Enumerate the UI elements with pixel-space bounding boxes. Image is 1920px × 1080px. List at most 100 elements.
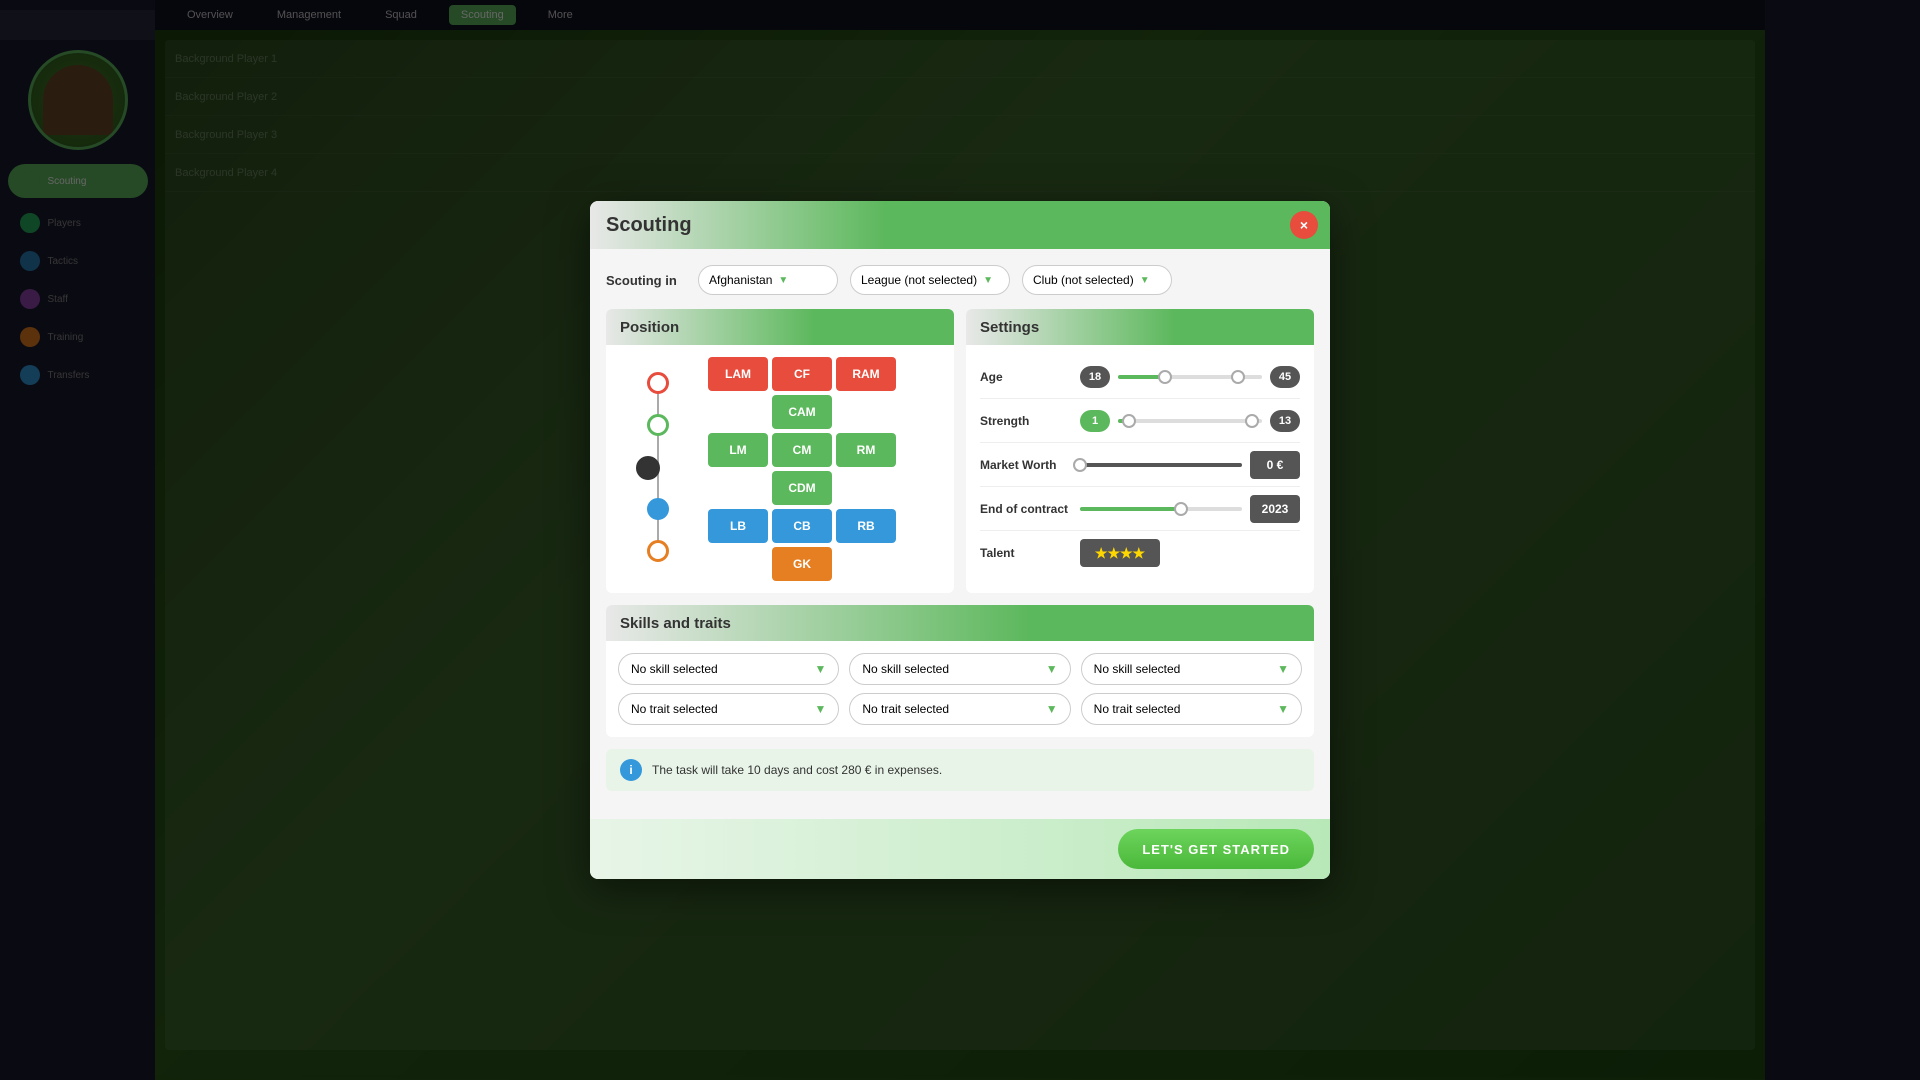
strength-max-badge: 13: [1270, 410, 1300, 432]
chevron-down-trait-1: ▼: [814, 702, 826, 716]
modal-body: Scouting in Afghanistan ▼ League (not se…: [590, 249, 1330, 819]
strength-label: Strength: [980, 414, 1070, 428]
modal-overlay: Scouting × Scouting in Afghanistan ▼ Lea…: [0, 0, 1920, 1080]
chevron-down-skill-3: ▼: [1277, 662, 1289, 676]
position-grid: LAM CF RAM CAM LM CM RM: [708, 357, 896, 581]
position-title: Position: [620, 319, 679, 336]
contract-slider: 2023: [1080, 495, 1300, 523]
strength-thumb-right[interactable]: [1245, 414, 1259, 428]
market-track[interactable]: [1080, 463, 1242, 467]
pos-lm-button[interactable]: LM: [708, 433, 768, 467]
pos-empty-3: [708, 471, 768, 505]
skills-section: Skills and traits No skill selected ▼ No…: [606, 605, 1314, 737]
market-worth-label: Market Worth: [980, 458, 1070, 472]
strength-slider: 1 13: [1080, 410, 1300, 432]
pos-cf-button[interactable]: CF: [772, 357, 832, 391]
pos-cam-button[interactable]: CAM: [772, 395, 832, 429]
pos-lam-button[interactable]: LAM: [708, 357, 768, 391]
age-track[interactable]: [1118, 375, 1262, 379]
trait-dropdown-2[interactable]: No trait selected ▼: [849, 693, 1070, 725]
trait-label-1: No trait selected: [631, 702, 718, 716]
skill-label-2: No skill selected: [862, 662, 949, 676]
trait-label-3: No trait selected: [1094, 702, 1181, 716]
trait-dropdown-1[interactable]: No trait selected ▼: [618, 693, 839, 725]
close-button[interactable]: ×: [1290, 211, 1318, 239]
age-thumb-left[interactable]: [1158, 370, 1172, 384]
contract-label: End of contract: [980, 502, 1070, 516]
skill-dropdown-2[interactable]: No skill selected ▼: [849, 653, 1070, 685]
market-worth-slider: 0 €: [1080, 451, 1300, 479]
contract-row: End of contract 2023: [980, 487, 1300, 531]
skills-title: Skills and traits: [620, 615, 731, 632]
chevron-down-skill-1: ▼: [814, 662, 826, 676]
modal-title: Scouting: [606, 214, 692, 237]
two-column-layout: Position: [606, 309, 1314, 593]
position-section-header: Position: [606, 309, 954, 345]
strength-thumb-left[interactable]: [1122, 414, 1136, 428]
chevron-down-icon-2: ▼: [983, 275, 993, 286]
skills-body: No skill selected ▼ No trait selected ▼: [606, 641, 1314, 737]
node-bottom[interactable]: [647, 540, 669, 562]
market-worth-value: 0 €: [1250, 451, 1300, 479]
skills-grid: No skill selected ▼ No trait selected ▼: [618, 653, 1302, 725]
scouting-in-label: Scouting in: [606, 273, 686, 288]
pos-cb-button[interactable]: CB: [772, 509, 832, 543]
pos-empty-6: [836, 547, 896, 581]
chevron-down-icon: ▼: [778, 275, 788, 286]
settings-body: Age 18 45: [966, 345, 1314, 585]
skill-label-1: No skill selected: [631, 662, 718, 676]
age-max-badge: 45: [1270, 366, 1300, 388]
pos-cdm-button[interactable]: CDM: [772, 471, 832, 505]
trait-label-2: No trait selected: [862, 702, 949, 716]
strength-track[interactable]: [1118, 419, 1262, 423]
chevron-down-skill-2: ▼: [1046, 662, 1058, 676]
settings-section: Settings Age 18: [966, 309, 1314, 593]
age-slider: 18 45: [1080, 366, 1300, 388]
pos-rb-button[interactable]: RB: [836, 509, 896, 543]
node-lower[interactable]: [647, 498, 669, 520]
country-dropdown[interactable]: Afghanistan ▼: [698, 265, 838, 295]
pos-lb-button[interactable]: LB: [708, 509, 768, 543]
market-worth-row: Market Worth 0 €: [980, 443, 1300, 487]
contract-track[interactable]: [1080, 507, 1242, 511]
skill-dropdown-3[interactable]: No skill selected ▼: [1081, 653, 1302, 685]
modal-header: Scouting ×: [590, 201, 1330, 249]
league-dropdown[interactable]: League (not selected) ▼: [850, 265, 1010, 295]
pos-gk-button[interactable]: GK: [772, 547, 832, 581]
contract-thumb[interactable]: [1174, 502, 1188, 516]
age-min-badge: 18: [1080, 366, 1110, 388]
market-thumb[interactable]: [1073, 458, 1087, 472]
contract-fill: [1080, 507, 1177, 511]
node-top[interactable]: [647, 372, 669, 394]
skill-dropdown-1[interactable]: No skill selected ▼: [618, 653, 839, 685]
talent-label: Talent: [980, 546, 1070, 560]
pos-empty-4: [836, 471, 896, 505]
talent-row: Talent ★★★★: [980, 531, 1300, 575]
talent-stars[interactable]: ★★★★: [1080, 539, 1160, 567]
skill-col-2: No skill selected ▼ No trait selected ▼: [849, 653, 1070, 725]
modal-footer: LET'S GET STARTED: [590, 819, 1330, 879]
chevron-down-trait-2: ▼: [1046, 702, 1058, 716]
age-row: Age 18 45: [980, 355, 1300, 399]
settings-section-header: Settings: [966, 309, 1314, 345]
info-text: The task will take 10 days and cost 280 …: [652, 763, 942, 777]
skill-label-3: No skill selected: [1094, 662, 1181, 676]
skill-col-1: No skill selected ▼ No trait selected ▼: [618, 653, 839, 725]
age-thumb-right[interactable]: [1231, 370, 1245, 384]
position-section-body: LAM CF RAM CAM LM CM RM: [606, 345, 954, 593]
node-second[interactable]: [647, 414, 669, 436]
strength-min-badge: 1: [1080, 410, 1110, 432]
info-bar: i The task will take 10 days and cost 28…: [606, 749, 1314, 791]
chevron-down-icon-3: ▼: [1140, 275, 1150, 286]
pos-cm-button[interactable]: CM: [772, 433, 832, 467]
start-button[interactable]: LET'S GET STARTED: [1118, 829, 1314, 869]
pos-rm-button[interactable]: RM: [836, 433, 896, 467]
node-middle[interactable]: [636, 456, 660, 480]
trait-dropdown-3[interactable]: No trait selected ▼: [1081, 693, 1302, 725]
chevron-down-trait-3: ▼: [1277, 702, 1289, 716]
club-dropdown[interactable]: Club (not selected) ▼: [1022, 265, 1172, 295]
pos-ram-button[interactable]: RAM: [836, 357, 896, 391]
scouting-modal: Scouting × Scouting in Afghanistan ▼ Lea…: [590, 201, 1330, 879]
position-diagram: LAM CF RAM CAM LM CM RM: [618, 357, 942, 581]
skills-section-header: Skills and traits: [606, 605, 1314, 641]
